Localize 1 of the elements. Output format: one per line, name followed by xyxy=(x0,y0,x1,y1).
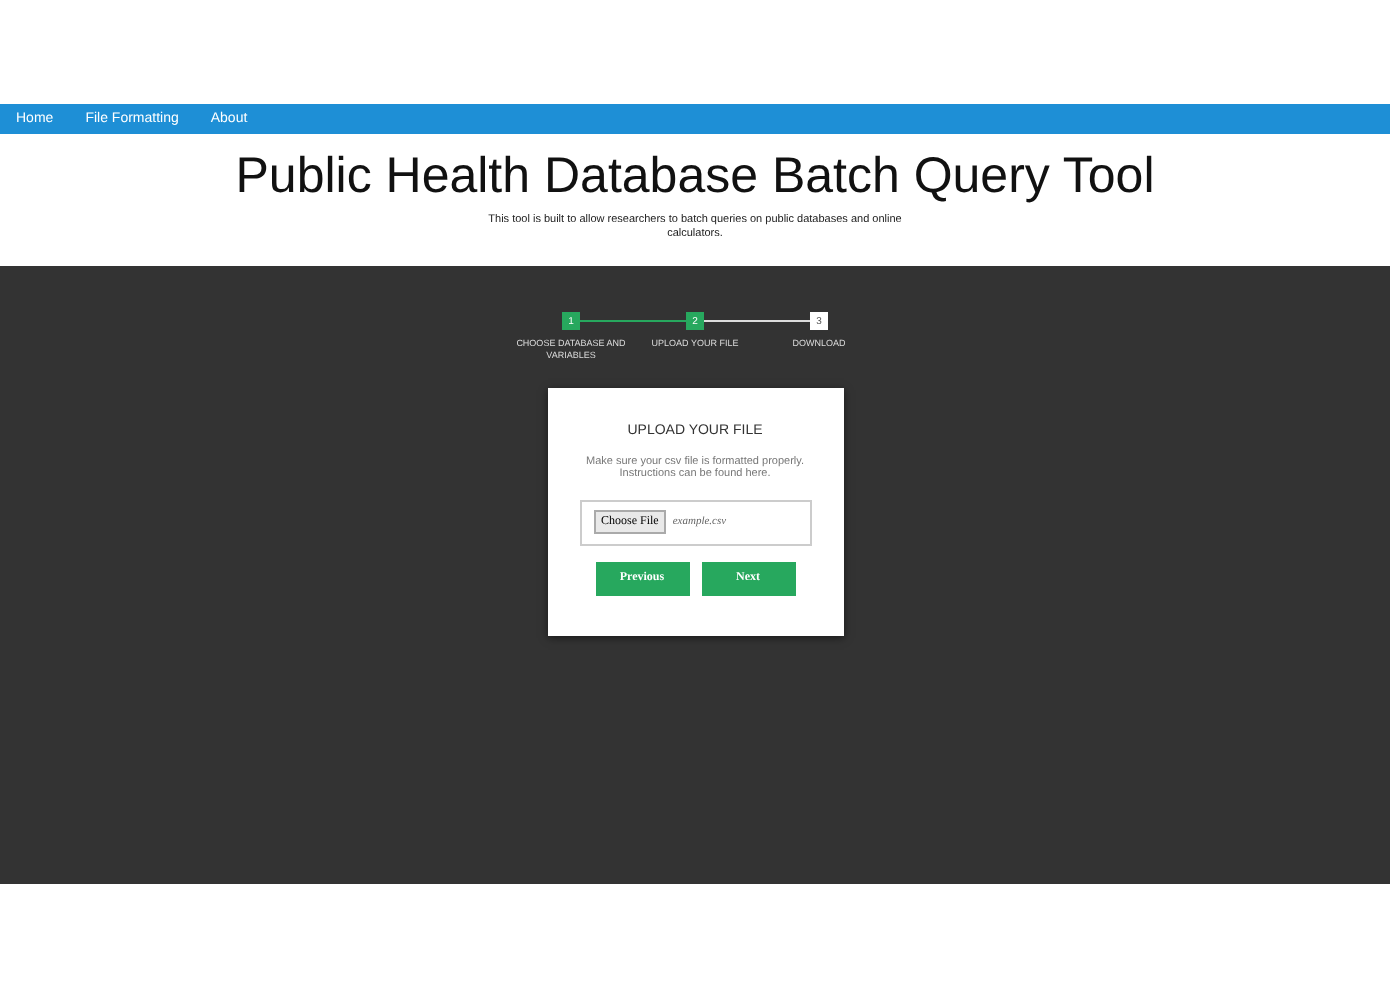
page-title: Public Health Database Batch Query Tool xyxy=(235,148,1155,206)
